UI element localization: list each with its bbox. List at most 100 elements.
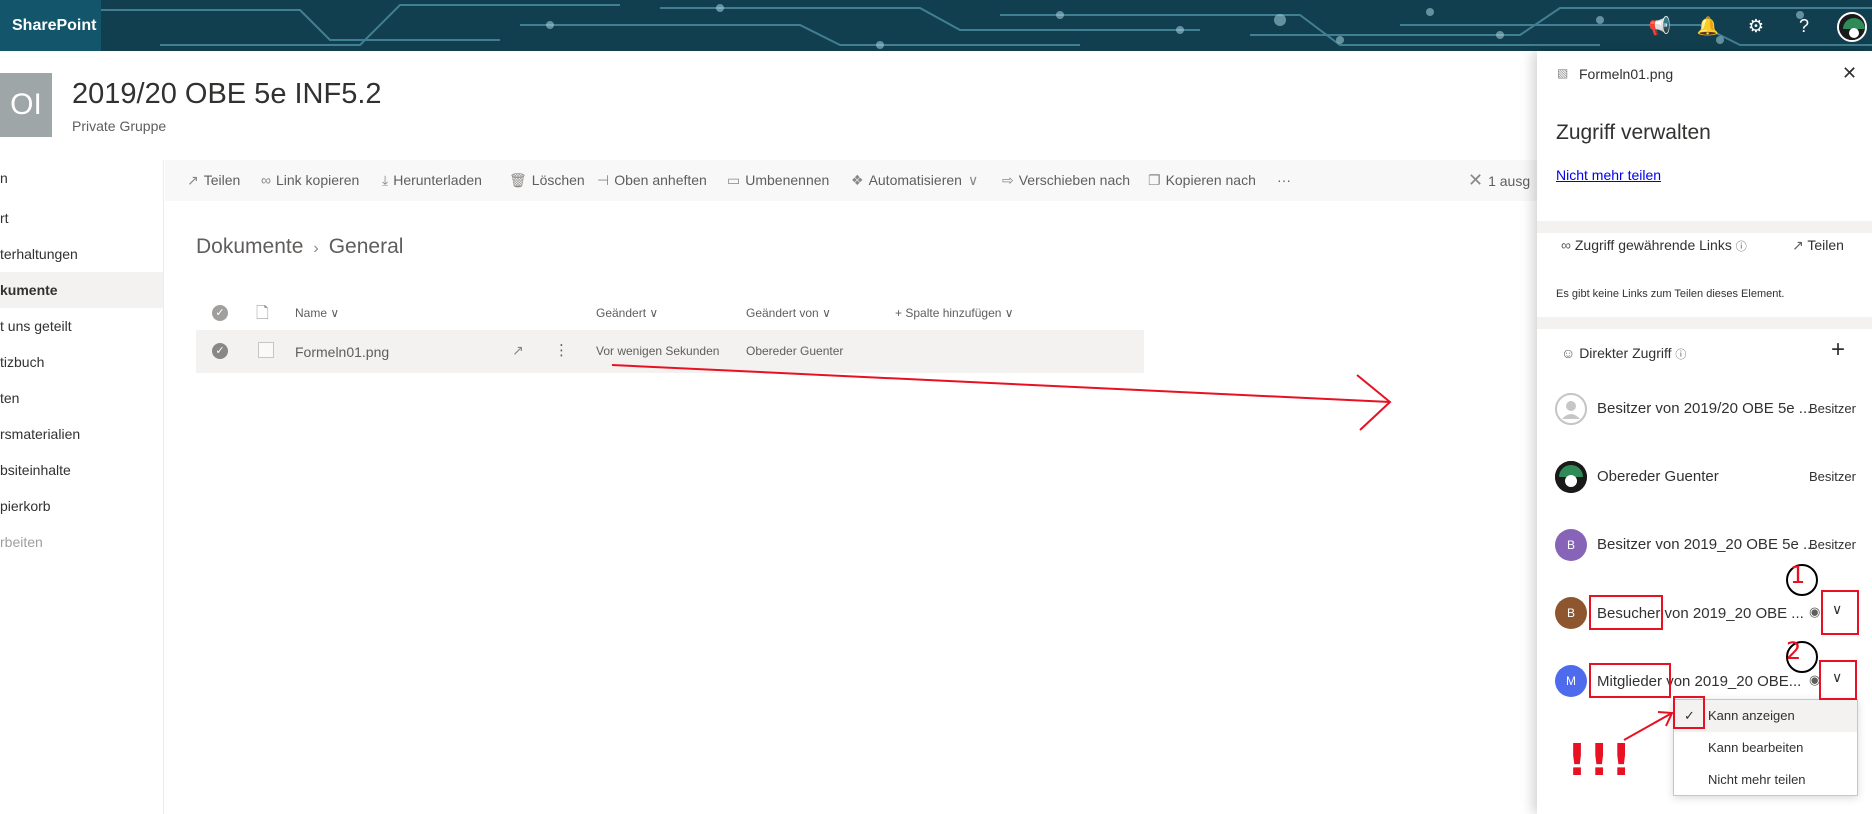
- bell-icon[interactable]: 🔔: [1696, 14, 1720, 38]
- section-divider: [1537, 317, 1872, 329]
- pin-command[interactable]: ⊣ Oben anheften: [597, 160, 707, 201]
- share-icon: ↗: [187, 172, 199, 188]
- user-avatar[interactable]: [1837, 12, 1867, 42]
- entry-name: Besitzer von 2019_20 OBE 5e ...: [1597, 536, 1816, 553]
- nav-item-recycle-bin[interactable]: pierkorb: [0, 488, 163, 524]
- entry-name: Obereder Guenter: [1597, 468, 1719, 485]
- column-header-modified[interactable]: Geändert ∨: [596, 306, 658, 320]
- rename-icon: ▭: [727, 172, 741, 188]
- add-person-button[interactable]: +: [1831, 336, 1845, 364]
- share-link-button[interactable]: ↗ Teilen: [1792, 237, 1844, 254]
- chevron-down-icon: ∨: [330, 306, 340, 320]
- automate-icon: ❖: [851, 172, 864, 188]
- row-checkbox[interactable]: ✓: [212, 343, 228, 359]
- copy-icon: ❐: [1148, 172, 1161, 188]
- highlight-mitglieder: [1589, 663, 1671, 698]
- header-pattern: [100, 0, 1872, 51]
- entry-role: Besitzer: [1809, 469, 1856, 484]
- file-name-link[interactable]: Formeln01.png: [295, 344, 389, 360]
- selection-status[interactable]: ✕ 1 ausg: [1468, 160, 1530, 201]
- user-avatar: [1555, 461, 1587, 493]
- callout-number-1: 1: [1790, 561, 1806, 589]
- site-subtitle: Private Gruppe: [72, 118, 167, 134]
- image-file-icon: [258, 342, 274, 358]
- plus-icon: +: [895, 306, 903, 320]
- nav-item-edit[interactable]: rbeiten: [0, 524, 163, 560]
- nav-item-start[interactable]: rt: [0, 200, 163, 236]
- callout-number-2: 2: [1786, 637, 1802, 665]
- share-icon[interactable]: ↗: [512, 342, 524, 359]
- group-avatar: [1555, 393, 1587, 425]
- file-type-icon: 🗋: [256, 305, 269, 322]
- nav-item-materials[interactable]: rsmaterialien: [0, 416, 163, 452]
- image-file-icon: ▧: [1557, 66, 1569, 80]
- chevron-down-icon: ∨: [967, 172, 979, 188]
- close-icon: ✕: [1468, 170, 1484, 190]
- command-bar: ↗ Teilen ∞ Link kopieren ⤓ Herunterladen 🗑 L…: [165, 160, 1537, 201]
- column-header-modified-by[interactable]: Geändert von ∨: [746, 306, 831, 320]
- breadcrumb-documents[interactable]: Dokumente: [196, 235, 303, 258]
- nav-item-notebook[interactable]: tizbuch: [0, 344, 163, 380]
- links-section-header: ∞ Zugriff gewährende Links ⓘ: [1561, 237, 1747, 253]
- annotation-exclamation: !!!: [1567, 735, 1634, 786]
- person-icon: ☺: [1561, 345, 1576, 361]
- delete-command[interactable]: 🗑 Löschen: [509, 160, 585, 201]
- direct-access-header: ☺ Direkter Zugriff ⓘ: [1561, 345, 1687, 361]
- breadcrumb: Dokumente › General: [196, 235, 403, 259]
- more-vertical-icon[interactable]: ⋮: [554, 341, 569, 359]
- chevron-down-icon: ∨: [1004, 306, 1014, 320]
- chevron-down-icon: ∨: [649, 306, 659, 320]
- site-logo[interactable]: OI: [0, 73, 52, 137]
- panel-title: Zugriff verwalten: [1556, 121, 1711, 144]
- stop-sharing-link[interactable]: Nicht mehr teilen: [1556, 167, 1661, 183]
- breadcrumb-current[interactable]: General: [329, 235, 404, 258]
- add-column-button[interactable]: + Spalte hinzufügen ∨: [895, 306, 1014, 320]
- group-avatar: B: [1555, 529, 1587, 561]
- group-avatar: B: [1555, 597, 1587, 629]
- link-icon: ∞: [1561, 237, 1571, 253]
- site-title[interactable]: 2019/20 OBE 5e INF5.2: [72, 78, 382, 111]
- nav-item-documents[interactable]: kumente: [0, 272, 163, 308]
- section-divider: [1537, 221, 1872, 233]
- select-all-checkbox[interactable]: ✓: [212, 305, 228, 321]
- menu-item-stop-sharing[interactable]: Nicht mehr teilen: [1674, 764, 1857, 796]
- pin-icon: ⊣: [597, 172, 610, 188]
- link-icon: ∞: [261, 172, 271, 188]
- entry-role: Besitzer: [1809, 401, 1856, 416]
- close-icon[interactable]: ✕: [1842, 63, 1857, 84]
- download-command[interactable]: ⤓ Herunterladen: [382, 160, 482, 201]
- entry-name: Besitzer von 2019/20 OBE 5e ...: [1597, 400, 1812, 417]
- megaphone-icon[interactable]: 📢: [1648, 14, 1672, 38]
- sharepoint-brand[interactable]: SharePoint: [0, 0, 101, 51]
- highlight-dropdown-2: [1819, 660, 1857, 700]
- nav-item-site-contents[interactable]: bsiteinhalte: [0, 452, 163, 488]
- move-command[interactable]: ⇨ Verschieben nach: [1002, 160, 1130, 201]
- nav-item-home[interactable]: n: [0, 160, 163, 196]
- copy-link-command[interactable]: ∞ Link kopieren: [261, 160, 359, 201]
- help-icon[interactable]: ?: [1792, 14, 1816, 38]
- move-icon: ⇨: [1002, 172, 1014, 188]
- column-header-name[interactable]: Name ∨: [295, 306, 339, 320]
- rename-command[interactable]: ▭ Umbenennen: [727, 160, 829, 201]
- share-command[interactable]: ↗ Teilen: [187, 160, 240, 201]
- eye-icon: ◉: [1809, 604, 1821, 619]
- trash-icon: 🗑: [509, 172, 527, 188]
- gear-icon[interactable]: ⚙: [1744, 14, 1768, 38]
- nav-item-pages[interactable]: ten: [0, 380, 163, 416]
- nav-item-shared[interactable]: t uns geteilt: [0, 308, 163, 344]
- download-icon: ⤓: [382, 172, 389, 188]
- menu-item-can-edit[interactable]: Kann bearbeiten: [1674, 732, 1857, 764]
- no-links-message: Es gibt keine Links zum Teilen dieses El…: [1556, 288, 1785, 300]
- copy-command[interactable]: ❐ Kopieren nach: [1148, 160, 1256, 201]
- chevron-right-icon: ›: [313, 240, 319, 257]
- info-icon: ⓘ: [1735, 241, 1747, 253]
- entry-role: Besitzer: [1809, 537, 1856, 552]
- more-button[interactable]: ···: [1277, 160, 1291, 201]
- suite-bar: SharePoint 📢 🔔 ⚙ ?: [0, 0, 1872, 51]
- group-avatar: M: [1555, 665, 1587, 697]
- nav-item-conversations[interactable]: terhaltungen: [0, 236, 163, 272]
- automate-command[interactable]: ❖ Automatisieren ∨: [851, 160, 983, 201]
- annotation-arrow: [611, 364, 1392, 431]
- highlight-besucher: [1589, 595, 1663, 630]
- panel-file-name: Formeln01.png: [1579, 66, 1674, 82]
